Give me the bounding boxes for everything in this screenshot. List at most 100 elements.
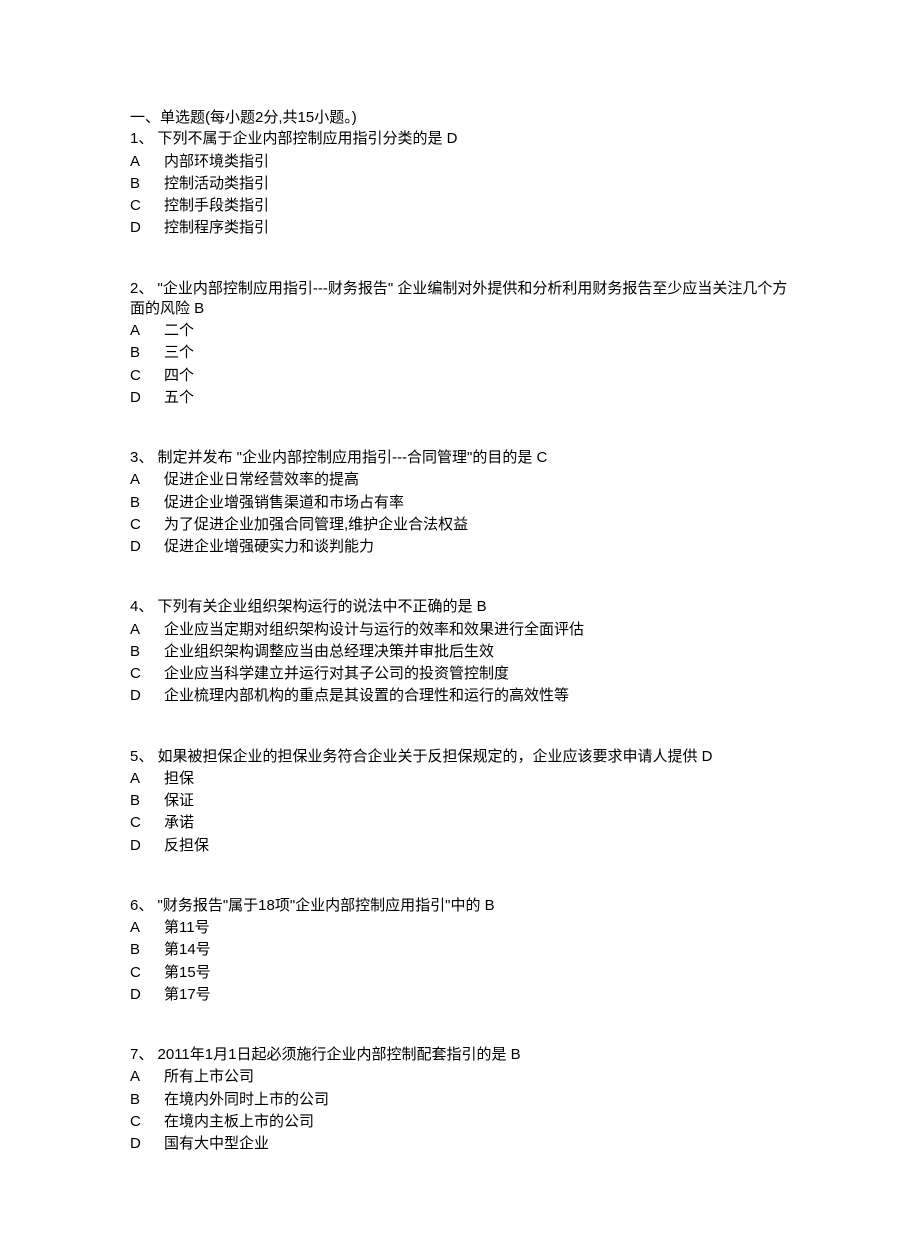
option-c: C 为了促进企业加强合同管理,维护企业合法权益 xyxy=(130,513,468,535)
option-letter: A xyxy=(130,916,164,938)
option-text: 担保 xyxy=(164,767,209,789)
option-letter: D xyxy=(130,535,164,557)
option-c: C 控制手段类指引 xyxy=(130,194,269,216)
option-a: A 二个 xyxy=(130,319,194,341)
option-d: D 企业梳理内部机构的重点是其设置的合理性和运行的高效性等 xyxy=(130,684,584,706)
option-b: B 保证 xyxy=(130,789,209,811)
option-letter: A xyxy=(130,150,164,172)
question-1: 1、 下列不属于企业内部控制应用指引分类的是 D A 内部环境类指引 B 控制活… xyxy=(130,129,790,238)
option-c: C 第15号 xyxy=(130,961,211,983)
option-b: B 控制活动类指引 xyxy=(130,172,269,194)
option-a: A 企业应当定期对组织架构设计与运行的效率和效果进行全面评估 xyxy=(130,618,584,640)
option-c: C 企业应当科学建立并运行对其子公司的投资管控制度 xyxy=(130,662,584,684)
question-3: 3、 制定并发布 "企业内部控制应用指引---合同管理"的目的是 C A 促进企… xyxy=(130,448,790,557)
option-letter: D xyxy=(130,386,164,408)
option-b: B 第14号 xyxy=(130,938,211,960)
option-a: A 内部环境类指引 xyxy=(130,150,269,172)
option-letter: B xyxy=(130,491,164,513)
question-6: 6、 "财务报告"属于18项"企业内部控制应用指引"中的 B A 第11号 B … xyxy=(130,896,790,1005)
option-text: 内部环境类指引 xyxy=(164,150,269,172)
option-text: 五个 xyxy=(164,386,194,408)
option-letter: B xyxy=(130,938,164,960)
option-letter: B xyxy=(130,341,164,363)
option-letter: D xyxy=(130,684,164,706)
option-c: C 承诺 xyxy=(130,811,209,833)
option-letter: C xyxy=(130,662,164,684)
option-text: 企业组织架构调整应当由总经理决策并审批后生效 xyxy=(164,640,584,662)
option-letter: C xyxy=(130,811,164,833)
option-text: 第14号 xyxy=(164,938,211,960)
option-text: 促进企业增强硬实力和谈判能力 xyxy=(164,535,468,557)
question-options: A 二个 B 三个 C 四个 D 五个 xyxy=(130,319,194,408)
option-text: 四个 xyxy=(164,364,194,386)
option-text: 在境内外同时上市的公司 xyxy=(164,1088,329,1110)
section-heading: 一、单选题(每小题2分,共15小题。) xyxy=(130,108,790,128)
question-stem: 5、 如果被担保企业的担保业务符合企业关于反担保规定的，企业应该要求申请人提供 … xyxy=(130,747,790,767)
option-text: 控制程序类指引 xyxy=(164,216,269,238)
question-options: A 第11号 B 第14号 C 第15号 D 第17号 xyxy=(130,916,211,1005)
question-options: A 担保 B 保证 C 承诺 D 反担保 xyxy=(130,767,209,856)
option-text: 第11号 xyxy=(164,916,211,938)
option-letter: D xyxy=(130,983,164,1005)
question-stem: 2、 "企业内部控制应用指引---财务报告" 企业编制对外提供和分析利用财务报告… xyxy=(130,279,790,320)
option-letter: A xyxy=(130,767,164,789)
option-letter: C xyxy=(130,513,164,535)
option-letter: D xyxy=(130,834,164,856)
question-options: A 企业应当定期对组织架构设计与运行的效率和效果进行全面评估 B 企业组织架构调… xyxy=(130,618,584,707)
question-stem: 4、 下列有关企业组织架构运行的说法中不正确的是 B xyxy=(130,597,790,617)
option-d: D 反担保 xyxy=(130,834,209,856)
option-d: D 控制程序类指引 xyxy=(130,216,269,238)
question-stem: 7、 2011年1月1日起必须施行企业内部控制配套指引的是 B xyxy=(130,1045,790,1065)
question-options: A 内部环境类指引 B 控制活动类指引 C 控制手段类指引 D 控制程序类指引 xyxy=(130,150,269,239)
option-a: A 担保 xyxy=(130,767,209,789)
option-c: C 四个 xyxy=(130,364,194,386)
option-letter: C xyxy=(130,961,164,983)
option-text: 承诺 xyxy=(164,811,209,833)
option-text: 促进企业日常经营效率的提高 xyxy=(164,468,468,490)
option-text: 企业应当定期对组织架构设计与运行的效率和效果进行全面评估 xyxy=(164,618,584,640)
option-text: 为了促进企业加强合同管理,维护企业合法权益 xyxy=(164,513,468,535)
option-letter: B xyxy=(130,1088,164,1110)
option-text: 保证 xyxy=(164,789,209,811)
option-d: D 第17号 xyxy=(130,983,211,1005)
option-letter: B xyxy=(130,640,164,662)
option-letter: D xyxy=(130,216,164,238)
document-page: 一、单选题(每小题2分,共15小题。) 1、 下列不属于企业内部控制应用指引分类… xyxy=(0,0,920,1254)
option-text: 企业梳理内部机构的重点是其设置的合理性和运行的高效性等 xyxy=(164,684,584,706)
question-stem: 6、 "财务报告"属于18项"企业内部控制应用指引"中的 B xyxy=(130,896,790,916)
option-text: 第17号 xyxy=(164,983,211,1005)
option-text: 反担保 xyxy=(164,834,209,856)
option-letter: B xyxy=(130,172,164,194)
option-a: A 第11号 xyxy=(130,916,211,938)
option-text: 控制手段类指引 xyxy=(164,194,269,216)
question-7: 7、 2011年1月1日起必须施行企业内部控制配套指引的是 B A 所有上市公司… xyxy=(130,1045,790,1154)
option-text: 二个 xyxy=(164,319,194,341)
option-text: 促进企业增强销售渠道和市场占有率 xyxy=(164,491,468,513)
option-c: C 在境内主板上市的公司 xyxy=(130,1110,329,1132)
option-letter: D xyxy=(130,1132,164,1154)
question-stem: 1、 下列不属于企业内部控制应用指引分类的是 D xyxy=(130,129,790,149)
option-b: B 企业组织架构调整应当由总经理决策并审批后生效 xyxy=(130,640,584,662)
option-letter: A xyxy=(130,319,164,341)
option-text: 所有上市公司 xyxy=(164,1065,329,1087)
option-b: B 三个 xyxy=(130,341,194,363)
option-d: D 国有大中型企业 xyxy=(130,1132,329,1154)
option-text: 国有大中型企业 xyxy=(164,1132,329,1154)
option-text: 企业应当科学建立并运行对其子公司的投资管控制度 xyxy=(164,662,584,684)
option-text: 在境内主板上市的公司 xyxy=(164,1110,329,1132)
option-letter: A xyxy=(130,618,164,640)
option-b: B 促进企业增强销售渠道和市场占有率 xyxy=(130,491,468,513)
option-letter: C xyxy=(130,364,164,386)
option-text: 第15号 xyxy=(164,961,211,983)
option-letter: C xyxy=(130,194,164,216)
option-text: 三个 xyxy=(164,341,194,363)
question-stem: 3、 制定并发布 "企业内部控制应用指引---合同管理"的目的是 C xyxy=(130,448,790,468)
option-b: B 在境内外同时上市的公司 xyxy=(130,1088,329,1110)
option-letter: A xyxy=(130,1065,164,1087)
question-options: A 所有上市公司 B 在境内外同时上市的公司 C 在境内主板上市的公司 D 国有… xyxy=(130,1065,329,1154)
option-a: A 促进企业日常经营效率的提高 xyxy=(130,468,468,490)
option-a: A 所有上市公司 xyxy=(130,1065,329,1087)
option-letter: C xyxy=(130,1110,164,1132)
question-2: 2、 "企业内部控制应用指引---财务报告" 企业编制对外提供和分析利用财务报告… xyxy=(130,279,790,409)
option-text: 控制活动类指引 xyxy=(164,172,269,194)
